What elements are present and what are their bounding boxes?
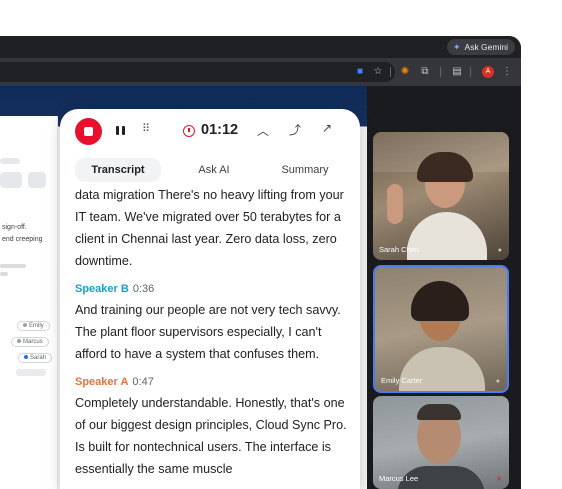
- doc-placeholder-line: [0, 158, 20, 164]
- participant-tile-emily[interactable]: Emily Carter ●: [373, 265, 509, 393]
- participant-tile-marcus[interactable]: Marcus Lee ✕: [373, 396, 509, 489]
- transcript-text: And training our people are not very tec…: [75, 303, 341, 361]
- speaker-label: Speaker B: [75, 283, 129, 295]
- pause-icon: [115, 126, 119, 135]
- stop-recording-button[interactable]: [75, 118, 102, 145]
- address-bar[interactable]: [0, 62, 395, 82]
- mic-icon: ●: [497, 247, 502, 254]
- participant-chip-emily: Emily: [17, 321, 50, 331]
- more-menu-icon[interactable]: ⋮: [500, 65, 514, 79]
- drag-handle-icon[interactable]: ⠿: [142, 122, 150, 135]
- doc-text-line: end creeping: [2, 236, 43, 243]
- ask-gemini-button[interactable]: ✦ Ask Gemini: [446, 39, 515, 55]
- mic-muted-icon: ✕: [496, 476, 502, 483]
- participant-hair: [411, 281, 469, 321]
- gemini-icon: ✦: [452, 42, 461, 52]
- panel-tabs: Transcript Ask AI Summary: [75, 158, 350, 182]
- pause-button[interactable]: [114, 123, 126, 139]
- mic-icon: ●: [495, 378, 500, 385]
- ask-gemini-label: Ask Gemini: [464, 42, 508, 52]
- toolbar-divider: [390, 67, 391, 77]
- collapse-chevron-icon[interactable]: ︿: [257, 122, 269, 139]
- toolbar-divider: [470, 67, 471, 77]
- waving-hand: [387, 184, 403, 224]
- recording-timer: 01:12: [201, 122, 239, 138]
- toolbar-divider: [440, 67, 441, 77]
- bookmark-star-icon[interactable]: ☆: [371, 65, 385, 79]
- participant-chip-sarah: Sarah: [18, 353, 53, 363]
- browser-toolbar: ■ ☆ ✺ ⧉ ▤ A ⋮: [0, 58, 521, 86]
- timestamp: 0:36: [132, 283, 155, 295]
- tab-bar: ✦ Ask Gemini: [0, 36, 521, 58]
- participant-tile-sarah[interactable]: Sarah Chen ●: [373, 132, 509, 260]
- participant-chip-marcus: Marcus: [11, 337, 49, 347]
- transcript-list: data migration There's no heavy lifting …: [75, 184, 351, 489]
- doc-placeholder-block: [28, 172, 46, 188]
- participant-hair: [417, 404, 461, 420]
- pause-icon: [121, 126, 125, 135]
- participant-body: [399, 347, 485, 391]
- stop-icon: [84, 127, 93, 136]
- speaker-label: Speaker A: [75, 376, 129, 388]
- participant-name: Emily Carter: [381, 376, 423, 385]
- transcript-segment-header: Speaker B 0:36: [75, 282, 351, 296]
- participant-name: Marcus Lee: [379, 474, 419, 483]
- doc-placeholder-block: [0, 172, 22, 188]
- tab-ask-ai[interactable]: Ask AI: [179, 158, 249, 182]
- tab-summary[interactable]: Summary: [265, 158, 345, 182]
- popout-icon[interactable]: ↗: [322, 121, 332, 135]
- doc-placeholder-line: [16, 369, 46, 376]
- transcript-text: Completely understandable. Honestly, tha…: [75, 396, 347, 476]
- transcript-text: data migration There's no heavy lifting …: [75, 188, 344, 268]
- recorder-controls: ⠿ 01:12 ︿ ⤴ ↗: [60, 109, 360, 155]
- participant-name: Sarah Chen: [379, 245, 420, 254]
- doc-progress-line: [0, 264, 26, 268]
- extension-icon[interactable]: ■: [353, 65, 367, 79]
- timestamp: 0:47: [132, 376, 154, 388]
- timer-icon: [183, 125, 195, 137]
- transcript-segment-header: Speaker A 0:47: [75, 375, 351, 389]
- extension-burst-icon[interactable]: ✺: [398, 65, 412, 79]
- tab-transcript[interactable]: Transcript: [75, 158, 161, 182]
- doc-text-line: sign-off.: [2, 224, 27, 231]
- profile-avatar[interactable]: A: [482, 66, 494, 78]
- side-panel-icon[interactable]: ▤: [450, 65, 464, 79]
- recorder-panel: ⠿ 01:12 ︿ ⤴ ↗ Transcript Ask AI Summary …: [60, 109, 360, 489]
- extensions-puzzle-icon[interactable]: ⧉: [418, 65, 432, 79]
- doc-progress-line: [0, 272, 8, 276]
- share-icon[interactable]: ⤴: [289, 121, 301, 138]
